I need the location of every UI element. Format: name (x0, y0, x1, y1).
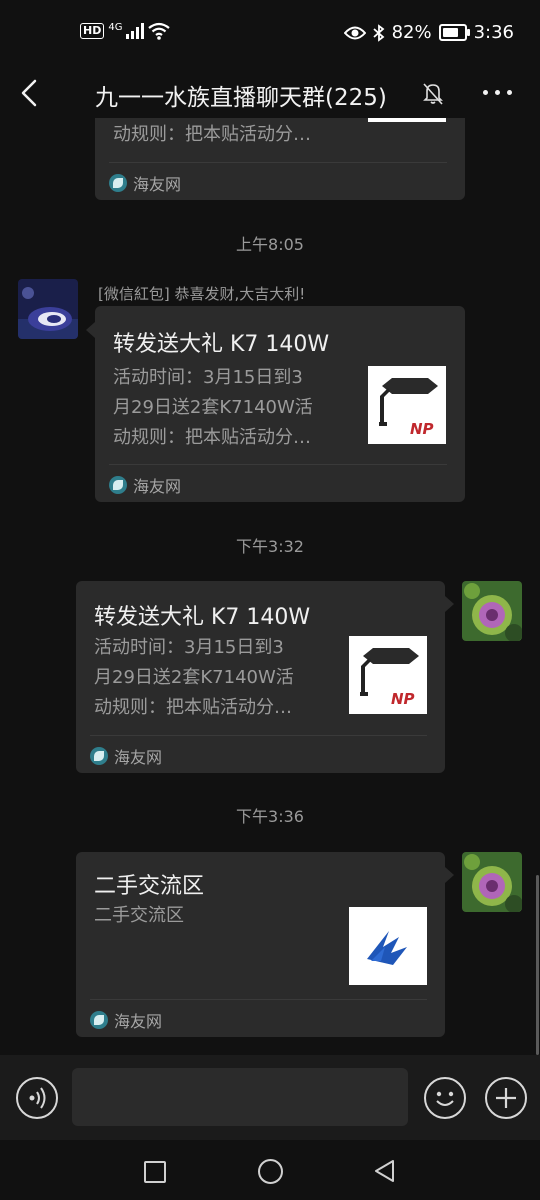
card-desc-line: 活动时间：3月15日到3 (94, 637, 284, 658)
plus-glyph (496, 1088, 516, 1108)
eye-icon (343, 26, 366, 39)
plus-icon[interactable] (485, 1077, 527, 1119)
wifi-icon (148, 22, 171, 40)
card-divider (90, 999, 427, 1000)
thumb-label: NP (391, 690, 415, 708)
card-source: 海友网 (109, 171, 181, 195)
haiyou-logo-icon (109, 174, 127, 192)
timestamp: 下午3:32 (236, 537, 304, 556)
card-desc-line: 动规则：把本贴活动分… (113, 427, 311, 448)
link-card[interactable]: 转发送大礼 K7 140W 活动时间：3月15日到3 月29日送2套K7140W… (76, 581, 445, 773)
avatar[interactable] (462, 581, 522, 641)
hd-badge: HD (80, 23, 105, 39)
source-label: 海友网 (133, 175, 182, 194)
light-fixture-image: NP (368, 366, 446, 444)
card-desc-line: 二手交流区 (94, 905, 184, 926)
back-icon[interactable] (18, 78, 42, 108)
card-desc-line: 活动时间：3月15日到3 (113, 367, 303, 388)
coral-avatar-image (462, 581, 522, 641)
card-desc-line: 月29日送2套K7140W活 (94, 667, 294, 688)
card-source: 海友网 (90, 744, 162, 768)
circle-icon[interactable] (258, 1159, 283, 1184)
bluetooth-icon (372, 23, 384, 42)
message-list[interactable]: 动规则：把本贴活动分… NP 海友网 上午8:05 [微信紅包] 恭喜发财,大吉… (0, 118, 540, 1055)
source-label: 海友网 (114, 748, 163, 767)
chat-title: 九一一水族直播聊天群(225) (95, 85, 387, 111)
more-dot (507, 90, 512, 95)
more-icon[interactable] (483, 84, 512, 95)
more-dot (495, 90, 500, 95)
source-label: 海友网 (133, 477, 182, 496)
bell-off-icon (423, 83, 443, 105)
battery-icon (438, 24, 470, 41)
card-thumbnail (349, 907, 427, 985)
clock: 3:36 (473, 22, 514, 43)
card-divider (109, 162, 447, 163)
network-label: 4G (108, 21, 123, 33)
card-divider (109, 464, 447, 465)
status-left: HD 4G (80, 21, 171, 40)
card-title: 转发送大礼 K7 140W (113, 332, 330, 357)
card-desc-line: 动规则：把本贴活动分… (113, 124, 311, 145)
system-nav-bar (0, 1140, 540, 1200)
card-divider (90, 735, 427, 736)
input-bar (0, 1055, 540, 1140)
bubble-tail (445, 596, 454, 612)
battery-fill (442, 28, 458, 37)
card-thumbnail: NP (368, 118, 446, 122)
timestamp: 上午8:05 (236, 235, 304, 254)
scrollbar[interactable] (536, 875, 539, 1055)
link-card[interactable]: 转发送大礼 K7 140W 活动时间：3月15日到3 月29日送2套K7140W… (95, 306, 465, 502)
square-icon[interactable] (144, 1161, 166, 1183)
link-card[interactable]: 二手交流区 二手交流区 海友网 (76, 852, 445, 1037)
card-title: 二手交流区 (94, 874, 205, 899)
triangle-back-icon[interactable] (372, 1158, 398, 1184)
thumb-label: NP (410, 420, 434, 438)
status-bar: HD 4G 82% 3:36 (0, 0, 540, 68)
status-right: 82% 3:36 (343, 22, 514, 43)
emoji-glyph (436, 1091, 454, 1106)
coral-avatar-image (462, 852, 522, 912)
bubble-tail (445, 867, 454, 883)
card-source: 海友网 (109, 473, 181, 497)
avatar[interactable] (462, 852, 522, 912)
card-source: 海友网 (90, 1008, 162, 1032)
card-desc-line: 月29日送2套K7140W活 (113, 397, 313, 418)
voice-glyph (29, 1087, 46, 1109)
emoji-icon[interactable] (424, 1077, 466, 1119)
more-dot (483, 90, 488, 95)
voice-icon[interactable] (16, 1077, 58, 1119)
signal-icon (126, 23, 145, 39)
card-thumbnail: NP (368, 366, 446, 444)
fish-avatar-image (18, 279, 78, 339)
message-input[interactable] (72, 1068, 408, 1126)
link-card[interactable]: 动规则：把本贴活动分… NP 海友网 (95, 118, 465, 200)
haiyou-logo-icon (90, 1011, 108, 1029)
light-fixture-image: NP (349, 636, 427, 714)
card-title: 转发送大礼 K7 140W (94, 605, 311, 630)
sender-name: [微信紅包] 恭喜发财,大吉大利! (98, 285, 306, 303)
card-desc-line: 动规则：把本贴活动分… (94, 697, 292, 718)
haiyou-logo-icon (109, 476, 127, 494)
avatar[interactable] (18, 279, 78, 339)
haiyou-logo-icon (90, 747, 108, 765)
card-thumbnail: NP (349, 636, 427, 714)
source-label: 海友网 (114, 1012, 163, 1031)
haiyou-logo-image (349, 907, 427, 985)
timestamp: 下午3:36 (236, 807, 304, 826)
battery-percent: 82% (391, 22, 432, 43)
bubble-tail (86, 322, 95, 338)
light-fixture-image: NP (368, 118, 446, 122)
title-bar: 九一一水族直播聊天群(225) (0, 68, 540, 118)
